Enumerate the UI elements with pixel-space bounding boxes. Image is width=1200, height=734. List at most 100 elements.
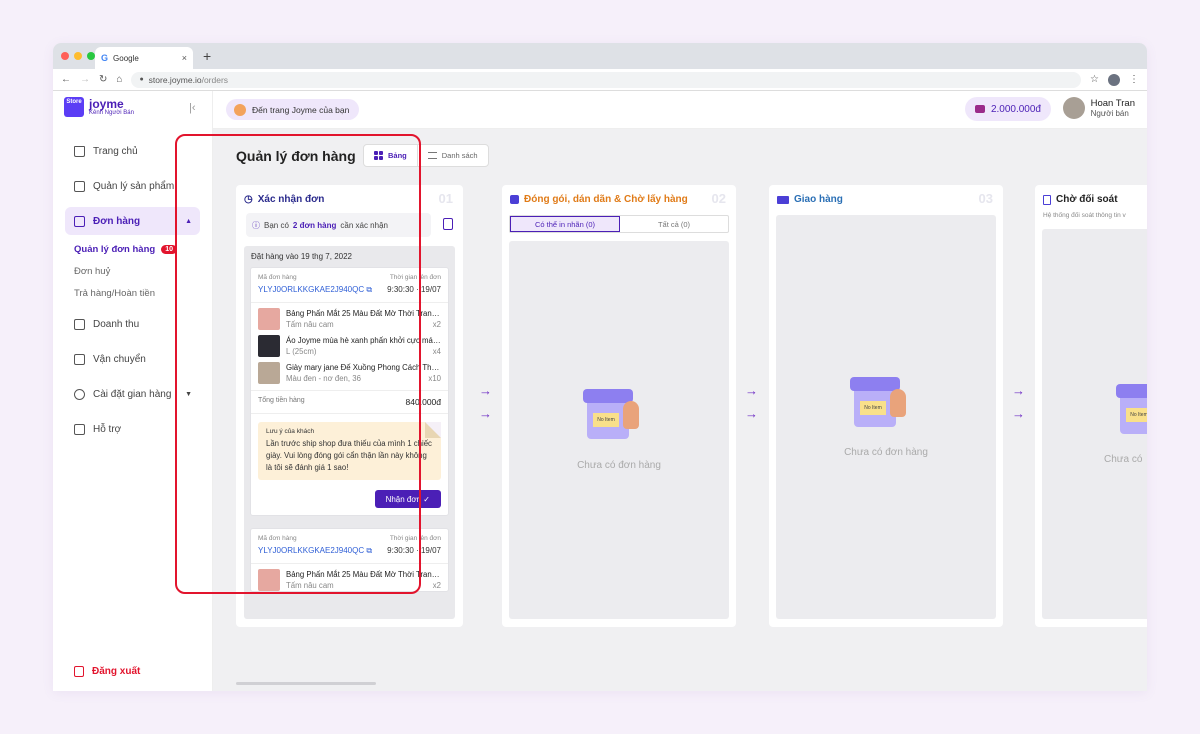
document-icon [1043,194,1051,205]
packing-tabs: Có thể in nhãn (0) Tất cả (0) [509,215,729,233]
store-sign: No Item [593,413,619,427]
truck-icon [74,353,85,365]
user-name: Hoan Tran [1090,98,1135,109]
revenue-icon [74,318,85,330]
new-tab-button[interactable]: + [203,48,211,64]
brand-name: joyme [89,97,124,111]
list-icon [427,152,437,159]
horizontal-scrollbar[interactable] [236,682,376,685]
item-qty: x2 [432,320,441,329]
back-icon[interactable]: ← [61,74,71,85]
column-header: Chờ đối soát [1043,194,1118,205]
visit-store-label: Đến trang Joyme của bạn [252,104,350,115]
highlight-frame [175,134,421,594]
column-header: Đóng gói, dán dãn & Chờ lấy hàng [510,194,688,205]
tab-printable[interactable]: Có thể in nhãn (0) [510,216,620,232]
item-qty: x2 [432,581,441,590]
arrow-right-icon: → [479,406,492,421]
tab-all[interactable]: Tất cả (0) [620,216,728,232]
arrow-right-icon: → [745,383,758,398]
column-number: 01 [438,191,453,206]
sidebar-subitem-label: Trả hàng/Hoàn tiền [74,287,155,299]
home-icon[interactable]: ⌂ [116,74,122,85]
empty-message: Chưa có đơn hàng [844,447,928,458]
empty-state: No Item Chưa có [1042,229,1147,619]
lock-icon: ● [139,76,144,83]
address-field[interactable]: ● store.joyme.io/orders [131,71,1082,88]
item-qty: x10 [428,374,441,383]
tab-close-icon[interactable]: × [182,53,187,63]
arrow-right-icon: → [479,383,492,398]
forward-icon[interactable]: → [80,74,90,85]
column-shipping: Giao hàng 03 No Item Chưa có đơn hàng [769,185,1003,627]
column-header: Giao hàng [777,194,843,205]
minimize-window-button[interactable] [74,52,82,60]
empty-store-illustration: No Item [1116,384,1147,438]
column-subtitle: Hệ thống đối soát thông tin v [1043,212,1126,219]
empty-message: Chưa có đơn hàng [577,460,661,471]
package-icon [510,195,519,204]
column-title: Chờ đối soát [1056,194,1118,205]
url-path: /orders [201,74,229,85]
view-list-button[interactable]: Danh sách [418,145,488,166]
clipboard-icon[interactable] [443,218,453,230]
google-icon: G [101,53,109,63]
logout-icon [74,666,84,677]
empty-store-illustration: No Item [583,389,641,443]
column-number: 02 [711,191,726,206]
store-sign: No Item [1126,408,1147,422]
column-title: Đóng gói, dán dãn & Chờ lấy hàng [524,194,688,205]
window-controls [61,52,95,60]
empty-state: No Item Chưa có đơn hàng [776,215,996,619]
sidebar-subitem-label: Quản lý đơn hàng [74,243,156,255]
arrow-right-icon: → [745,406,758,421]
user-menu[interactable]: Hoan Tran Người bán [1062,97,1135,119]
sidebar-item-label: Cài đặt gian hàng [93,388,172,400]
url-host: store.joyme.io [148,74,202,85]
sidebar-item-label: Quản lý sản phẩm [93,180,175,192]
avatar [1062,97,1085,119]
column-packing: Đóng gói, dán dãn & Chờ lấy hàng 02 Có t… [502,185,736,627]
browser-tab[interactable]: G Google × [95,47,193,69]
wallet-balance[interactable]: 2.000.000đ [964,97,1051,121]
topbar: Đến trang Joyme của bạn 2.000.000đ Hoan … [213,91,1147,129]
logo[interactable]: Store joyme Kênh Người Bán [64,97,134,117]
profile-icon[interactable] [1108,73,1120,86]
close-window-button[interactable] [61,52,69,60]
user-role: Người bán [1090,109,1129,118]
truck-icon [777,195,789,204]
arrow-right-icon: → [1012,406,1025,421]
view-list-label: Danh sách [441,151,478,160]
store-avatar-icon [234,103,246,116]
clipboard-icon [74,215,85,227]
column-number: 03 [978,191,993,206]
home-icon [74,145,85,157]
empty-message: Chưa có [1104,454,1143,465]
order-date: 19/07 [420,546,441,555]
visit-store-button[interactable]: Đến trang Joyme của bạn [226,99,360,120]
reload-icon[interactable]: ↻ [99,74,107,85]
gear-icon [74,388,85,400]
box-icon [74,180,85,192]
help-icon [74,423,85,435]
empty-state: No Item Chưa có đơn hàng [509,241,729,619]
logout-button[interactable]: Đăng xuất [74,666,140,677]
arrow-right-icon: → [1012,383,1025,398]
column-reconcile: Chờ đối soát Hệ thống đối soát thông tin… [1035,185,1147,627]
wallet-icon [974,105,985,113]
sidebar-item-label: Hỗ trợ [93,423,122,435]
maximize-window-button[interactable] [87,52,95,60]
column-title: Giao hàng [794,194,843,205]
store-sign: No Item [860,401,886,415]
sidebar-item-label: Đơn hàng [93,215,141,227]
menu-icon[interactable]: ⋮ [1129,74,1139,85]
item-qty: x4 [432,347,441,356]
sidebar-subitem-label: Đơn huỷ [74,265,111,277]
star-icon[interactable]: ☆ [1090,74,1099,85]
collapse-sidebar-icon[interactable]: |‹ [189,102,196,114]
balance-value: 2.000.000đ [990,103,1041,115]
logout-label: Đăng xuất [92,666,141,677]
store-logo-icon: Store [64,97,84,117]
browser-tabbar: G Google × + [53,43,1147,69]
empty-store-illustration: No Item [850,377,908,431]
